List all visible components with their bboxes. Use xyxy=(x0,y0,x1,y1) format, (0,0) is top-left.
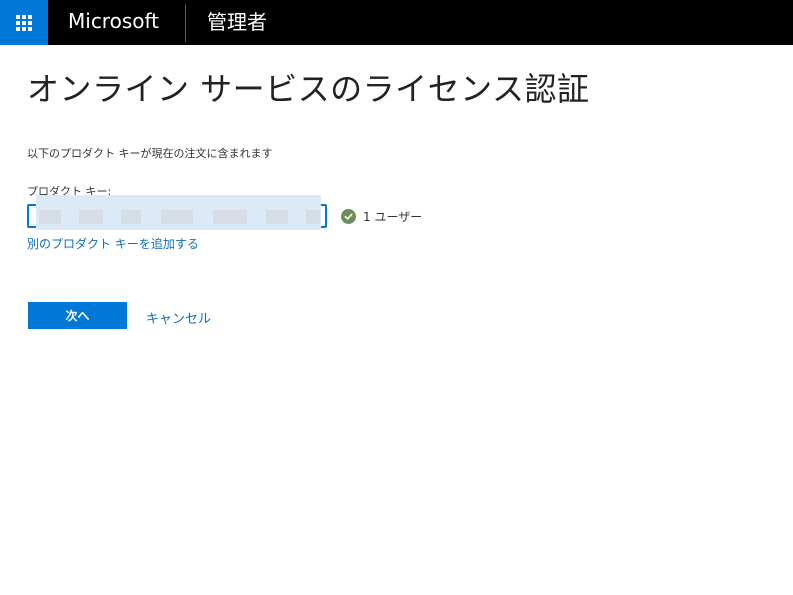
product-key-label: プロダクト キー: xyxy=(27,185,112,198)
cancel-link[interactable]: キャンセル xyxy=(146,308,211,327)
license-status: 1 ユーザー xyxy=(341,208,422,225)
app-name[interactable]: 管理者 xyxy=(186,1,267,44)
app-launcher-waffle-icon xyxy=(16,14,32,31)
status-text: 1 ユーザー xyxy=(363,210,423,224)
description-text: 以下のプロダクト キーが現在の注文に含まれます xyxy=(27,147,273,160)
product-key-field[interactable] xyxy=(27,195,327,230)
top-bar: Microsoft 管理者 xyxy=(0,0,793,45)
product-key-input[interactable] xyxy=(29,206,325,226)
page-title: オンライン サービスのライセンス認証 xyxy=(27,70,590,108)
app-launcher-button[interactable] xyxy=(0,0,48,45)
next-button[interactable]: 次へ xyxy=(28,302,127,329)
check-circle-icon xyxy=(341,209,356,224)
add-product-key-link[interactable]: 別のプロダクト キーを追加する xyxy=(27,235,199,252)
brand-name[interactable]: Microsoft xyxy=(48,0,185,45)
